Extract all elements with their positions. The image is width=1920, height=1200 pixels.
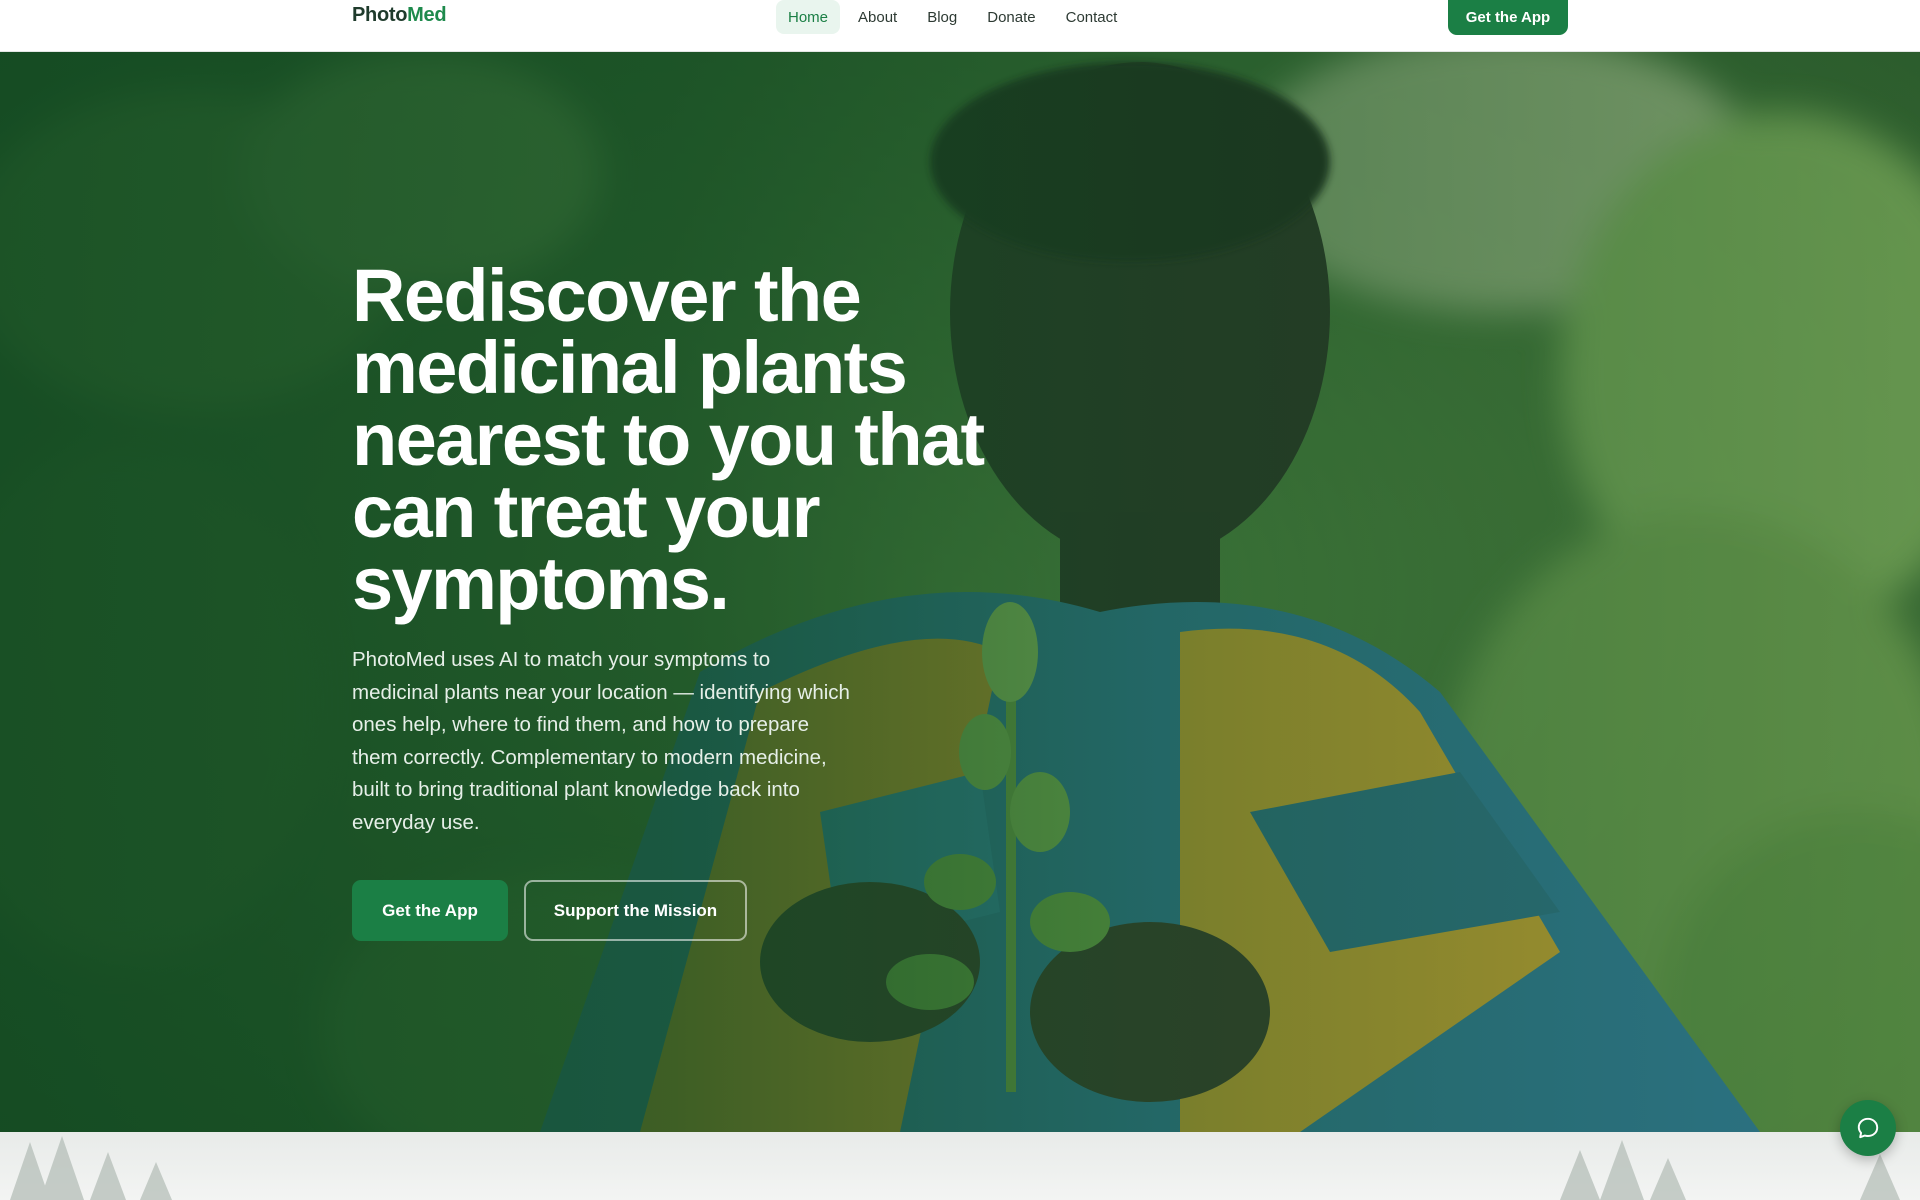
main-nav: Home About Blog Donate Contact [776, 0, 1129, 34]
nav-get-app-button[interactable]: Get the App [1448, 0, 1568, 35]
brand-logo-part2: Med [407, 4, 447, 26]
nav-link-contact[interactable]: Contact [1054, 0, 1130, 34]
hero-get-app-button[interactable]: Get the App [352, 880, 508, 941]
hero-section: Rediscover the medicinal plants nearest … [0, 52, 1920, 1132]
hero-support-mission-button[interactable]: Support the Mission [524, 880, 747, 941]
nav-link-about[interactable]: About [846, 0, 909, 34]
chat-bubble-icon [1857, 1117, 1879, 1139]
top-navbar: PhotoMed Home About Blog Donate Contact … [0, 0, 1920, 52]
brand-logo-part1: Photo [352, 4, 408, 26]
hero-headline: Rediscover the medicinal plants nearest … [352, 254, 985, 625]
chat-button[interactable] [1840, 1100, 1896, 1156]
nav-link-home[interactable]: Home [776, 0, 841, 34]
nav-link-blog[interactable]: Blog [915, 0, 969, 34]
next-section-preview [0, 1132, 1920, 1200]
brand-logo[interactable]: PhotoMed [352, 4, 447, 26]
misty-forest-image [10, 1136, 1900, 1200]
nav-link-donate[interactable]: Donate [975, 0, 1047, 34]
hero-description: PhotoMed uses AI to match your symptoms … [352, 648, 850, 834]
